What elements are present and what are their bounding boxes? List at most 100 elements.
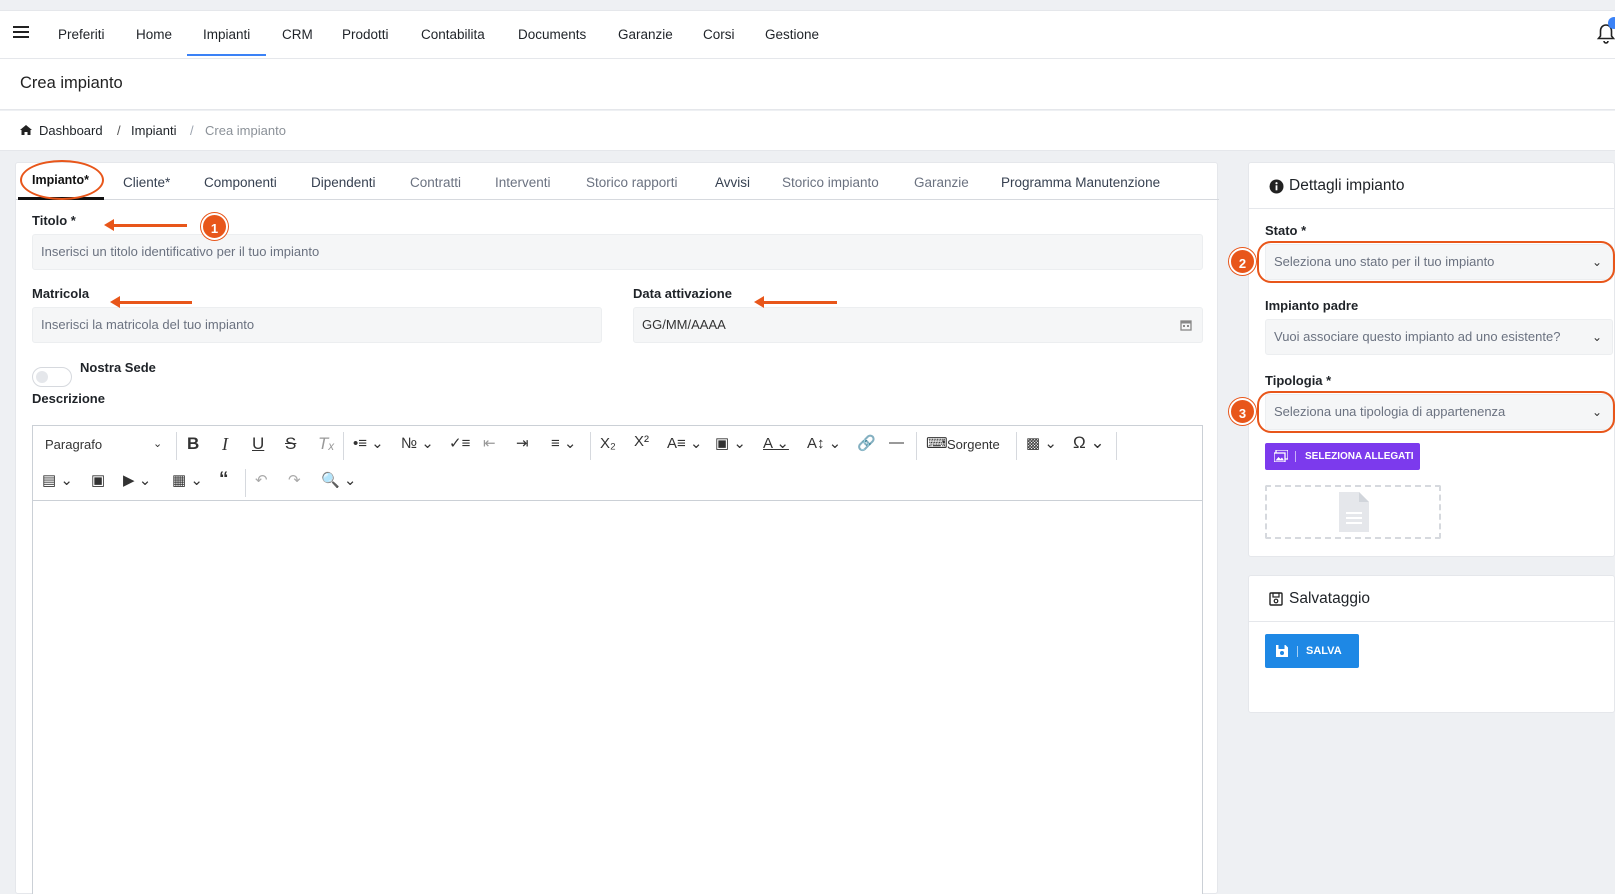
matricola-input[interactable]: Inserisci la matricola del tuo impianto xyxy=(32,307,602,343)
nav-crm[interactable]: CRM xyxy=(282,27,313,42)
image-icon[interactable]: ▣ xyxy=(91,471,105,489)
breadcrumb: Dashboard / Impianti / Crea impianto xyxy=(0,111,1615,151)
tab-garanzie[interactable]: Garanzie xyxy=(914,175,969,190)
nav-documents[interactable]: Documents xyxy=(518,27,586,42)
toolbar-divider xyxy=(1116,432,1117,460)
indent-icon[interactable]: ⇥ xyxy=(516,434,529,452)
editor-content-area[interactable] xyxy=(33,501,1202,894)
tab-avvisi[interactable]: Avvisi xyxy=(715,175,750,190)
file-icon xyxy=(1339,492,1369,532)
bold-icon[interactable]: B xyxy=(187,434,199,454)
bullet-list-icon[interactable]: •≡ ⌄ xyxy=(353,434,384,452)
data-attivazione-input[interactable]: GG/MM/AAAA xyxy=(633,307,1203,343)
paragraph-chevron-icon[interactable]: ⌄ xyxy=(153,437,162,450)
outdent-icon[interactable]: ⇤ xyxy=(483,434,496,452)
toolbar-divider xyxy=(343,432,344,460)
breadcrumb-dashboard[interactable]: Dashboard xyxy=(39,123,103,138)
page-header: Crea impianto xyxy=(0,59,1615,110)
matricola-label: Matricola xyxy=(32,286,90,301)
tab-contratti[interactable]: Contratti xyxy=(410,175,461,190)
impianto-padre-select[interactable]: Vuoi associare questo impianto ad uno es… xyxy=(1265,319,1613,355)
tab-cliente[interactable]: Cliente* xyxy=(123,175,170,190)
save-button[interactable]: SALVA xyxy=(1265,634,1359,668)
tab-storico-impianto[interactable]: Storico impianto xyxy=(782,175,879,190)
tab-dipendenti[interactable]: Dipendenti xyxy=(311,175,376,190)
calendar-icon[interactable] xyxy=(1180,319,1192,331)
details-title: Dettagli impianto xyxy=(1289,177,1405,194)
toolbar-divider xyxy=(590,432,591,460)
nav-corsi[interactable]: Corsi xyxy=(703,27,735,42)
breadcrumb-current: Crea impianto xyxy=(205,123,286,138)
insert-image-icon[interactable]: ▤ ⌄ xyxy=(42,471,73,489)
media-icon[interactable]: ▶ ⌄ xyxy=(123,471,151,489)
breadcrumb-separator: / xyxy=(190,123,194,138)
align-icon[interactable]: ≡ ⌄ xyxy=(551,434,577,452)
undo-icon[interactable]: ↶ xyxy=(255,471,268,489)
tab-programma-manutenzione[interactable]: Programma Manutenzione xyxy=(1001,175,1160,190)
paragraph-select[interactable]: Paragrafo xyxy=(45,437,102,452)
strikethrough-icon[interactable]: S xyxy=(285,434,296,454)
impianto-padre-label: Impianto padre xyxy=(1265,298,1359,313)
link-icon[interactable]: 🔗 xyxy=(857,434,876,452)
details-card: Dettagli impianto Stato * Seleziona uno … xyxy=(1248,162,1615,557)
breadcrumb-separator: / xyxy=(117,123,121,138)
nav-impianti[interactable]: Impianti xyxy=(187,27,267,56)
nav-contabilita[interactable]: Contabilita xyxy=(421,27,485,42)
find-replace-icon[interactable]: 🔍 ⌄ xyxy=(321,471,356,489)
card-divider xyxy=(1249,208,1614,209)
superscript-icon[interactable]: X² xyxy=(634,433,649,450)
attachment-dropzone[interactable] xyxy=(1265,485,1441,539)
button-divider xyxy=(1295,451,1296,462)
tab-componenti[interactable]: Componenti xyxy=(204,175,277,190)
editor-toolbar: Paragrafo ⌄ B I U S Tₓ •≡ ⌄ № ⌄ ✓≡ ⇤ ⇥ ≡… xyxy=(33,426,1202,501)
select-attachments-label: SELEZIONA ALLEGATI xyxy=(1305,451,1414,462)
select-attachments-button[interactable]: SELEZIONA ALLEGATI xyxy=(1265,443,1420,470)
nav-garanzie[interactable]: Garanzie xyxy=(618,27,673,42)
arrow-left-icon xyxy=(754,296,837,308)
tab-storico-rapporti[interactable]: Storico rapporti xyxy=(586,175,678,190)
annotation-highlight-tipologia xyxy=(1257,391,1615,433)
nav-preferiti[interactable]: Preferiti xyxy=(58,27,105,42)
horizontal-line-icon[interactable]: — xyxy=(889,434,904,451)
nostra-sede-toggle[interactable] xyxy=(32,367,72,387)
tab-interventi[interactable]: Interventi xyxy=(495,175,551,190)
breadcrumb-impianti[interactable]: Impianti xyxy=(131,123,177,138)
stato-label: Stato * xyxy=(1265,223,1307,238)
clear-format-icon[interactable]: Tₓ xyxy=(318,434,335,454)
nav-prodotti[interactable]: Prodotti xyxy=(342,27,389,42)
special-chars-icon[interactable]: Ω ⌄ xyxy=(1073,433,1105,453)
blockquote-icon[interactable]: “ xyxy=(219,469,229,491)
card-divider xyxy=(1249,621,1614,622)
source-icon[interactable]: ⌨ xyxy=(926,434,948,452)
descrizione-label: Descrizione xyxy=(32,391,105,406)
notification-badge xyxy=(1608,17,1615,29)
titolo-input[interactable]: Inserisci un titolo identificativo per i… xyxy=(32,234,1203,270)
template-icon[interactable]: ▩ ⌄ xyxy=(1026,434,1057,452)
todo-list-icon[interactable]: ✓≡ xyxy=(449,434,470,452)
rich-text-editor: Paragrafo ⌄ B I U S Tₓ •≡ ⌄ № ⌄ ✓≡ ⇤ ⇥ ≡… xyxy=(32,425,1203,894)
italic-icon[interactable]: I xyxy=(222,434,228,455)
subscript-icon[interactable]: X₂ xyxy=(600,435,616,452)
underline-icon[interactable]: U xyxy=(252,434,264,454)
table-icon[interactable]: ▦ ⌄ xyxy=(172,471,203,489)
annotation-highlight-stato xyxy=(1257,241,1615,283)
text-style-icon[interactable]: A≡ ⌄ xyxy=(667,434,703,452)
font-color-icon[interactable]: A ⌄ xyxy=(763,434,789,452)
titolo-label: Titolo * xyxy=(32,213,76,228)
arrow-left-icon xyxy=(110,296,192,308)
impianto-padre-placeholder: Vuoi associare questo impianto ad uno es… xyxy=(1274,329,1561,344)
nav-gestione[interactable]: Gestione xyxy=(765,27,819,42)
numbered-list-icon[interactable]: № ⌄ xyxy=(401,434,434,452)
page-title: Crea impianto xyxy=(20,74,123,92)
menu-icon[interactable] xyxy=(13,26,29,40)
button-divider xyxy=(1297,646,1298,657)
source-button[interactable]: Sorgente xyxy=(947,437,1000,452)
data-attivazione-label: Data attivazione xyxy=(633,286,732,301)
nav-home[interactable]: Home xyxy=(136,27,172,42)
highlight-icon[interactable]: ▣ ⌄ xyxy=(715,434,746,452)
redo-icon[interactable]: ↷ xyxy=(288,471,301,489)
font-size-icon[interactable]: A↕ ⌄ xyxy=(807,434,841,452)
toolbar-divider xyxy=(245,469,246,497)
floppy-disk-icon xyxy=(1276,645,1288,657)
toolbar-divider xyxy=(916,432,917,460)
